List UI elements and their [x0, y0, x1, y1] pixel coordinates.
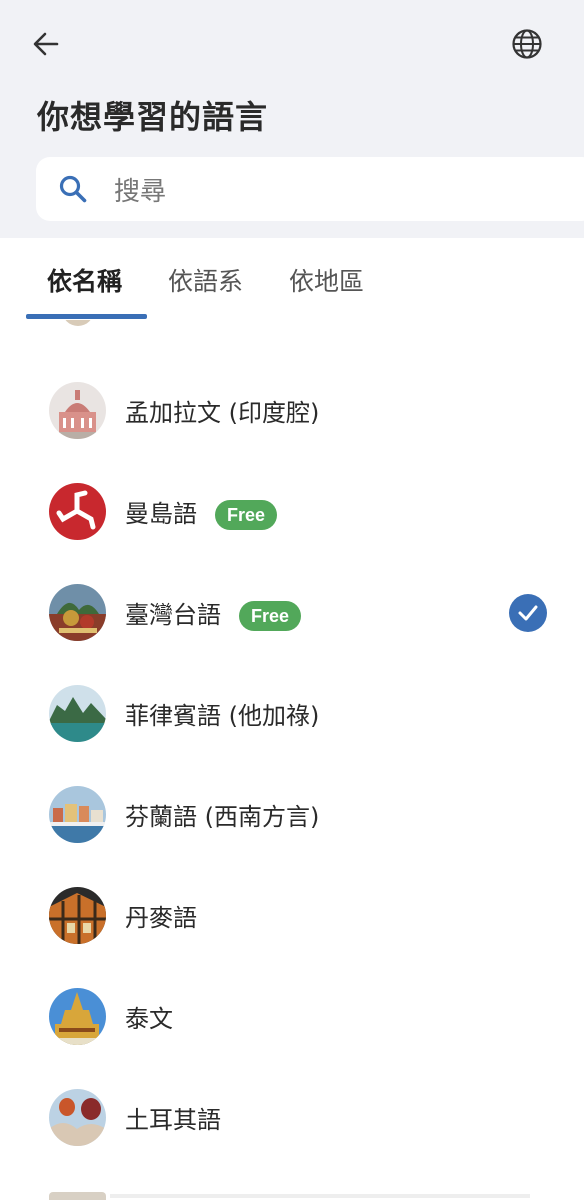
list-item-edge — [110, 1194, 530, 1198]
list-item[interactable]: 臺灣台語 Free — [0, 562, 584, 663]
avatar — [49, 382, 106, 439]
list-item[interactable]: 菲律賓語 (他加祿) — [0, 663, 584, 764]
search-icon — [58, 172, 92, 206]
avatar — [49, 584, 106, 641]
language-name: 曼島語 Free — [125, 494, 278, 530]
list-item[interactable]: 芬蘭語 (西南方言) — [0, 764, 584, 865]
tab-bar: 依名稱 依語系 依地區 — [0, 238, 584, 320]
language-name: 泰文 — [125, 1005, 173, 1033]
language-name: 菲律賓語 (他加祿) — [125, 702, 320, 730]
tab-by-region[interactable]: 依地區 — [289, 262, 364, 298]
language-settings-button[interactable] — [506, 24, 548, 64]
avatar — [49, 1192, 106, 1200]
active-tab-indicator — [26, 314, 147, 319]
avatar — [49, 685, 106, 742]
language-name: 臺灣台語 Free — [125, 595, 302, 631]
avatar — [49, 483, 106, 540]
page-title: 你想學習的語言 — [37, 98, 269, 136]
search-placeholder: 搜尋 — [114, 176, 167, 207]
language-list: 孟加拉文 (印度腔) 曼島語 Free 臺灣台語 Free 菲律賓語 (他加祿)… — [0, 320, 584, 1200]
tab-by-name[interactable]: 依名稱 — [47, 262, 122, 298]
language-name: 土耳其語 — [125, 1106, 221, 1134]
avatar — [49, 786, 106, 843]
list-item[interactable]: 泰文 — [0, 966, 584, 1067]
language-name: 孟加拉文 (印度腔) — [125, 399, 320, 427]
language-name: 芬蘭語 (西南方言) — [125, 803, 320, 831]
tab-by-family[interactable]: 依語系 — [168, 262, 243, 298]
search-input[interactable]: 搜尋 — [36, 157, 584, 221]
list-item[interactable]: 孟加拉文 (印度腔) — [0, 360, 584, 461]
top-bar: 你想學習的語言 搜尋 — [0, 0, 584, 238]
free-badge: Free — [239, 600, 302, 631]
language-name: 丹麥語 — [125, 904, 197, 932]
back-button[interactable] — [26, 24, 66, 64]
list-item[interactable]: 丹麥語 — [0, 865, 584, 966]
list-item[interactable]: 土耳其語 — [0, 1067, 584, 1168]
free-badge: Free — [215, 499, 278, 530]
checkmark-icon — [518, 605, 538, 620]
avatar — [49, 887, 106, 944]
avatar — [49, 988, 106, 1045]
selected-check — [509, 593, 547, 632]
globe-icon — [512, 29, 542, 59]
arrow-left-icon — [33, 32, 59, 56]
avatar — [49, 1089, 106, 1146]
list-item[interactable]: 曼島語 Free — [0, 461, 584, 562]
avatar — [62, 320, 94, 326]
